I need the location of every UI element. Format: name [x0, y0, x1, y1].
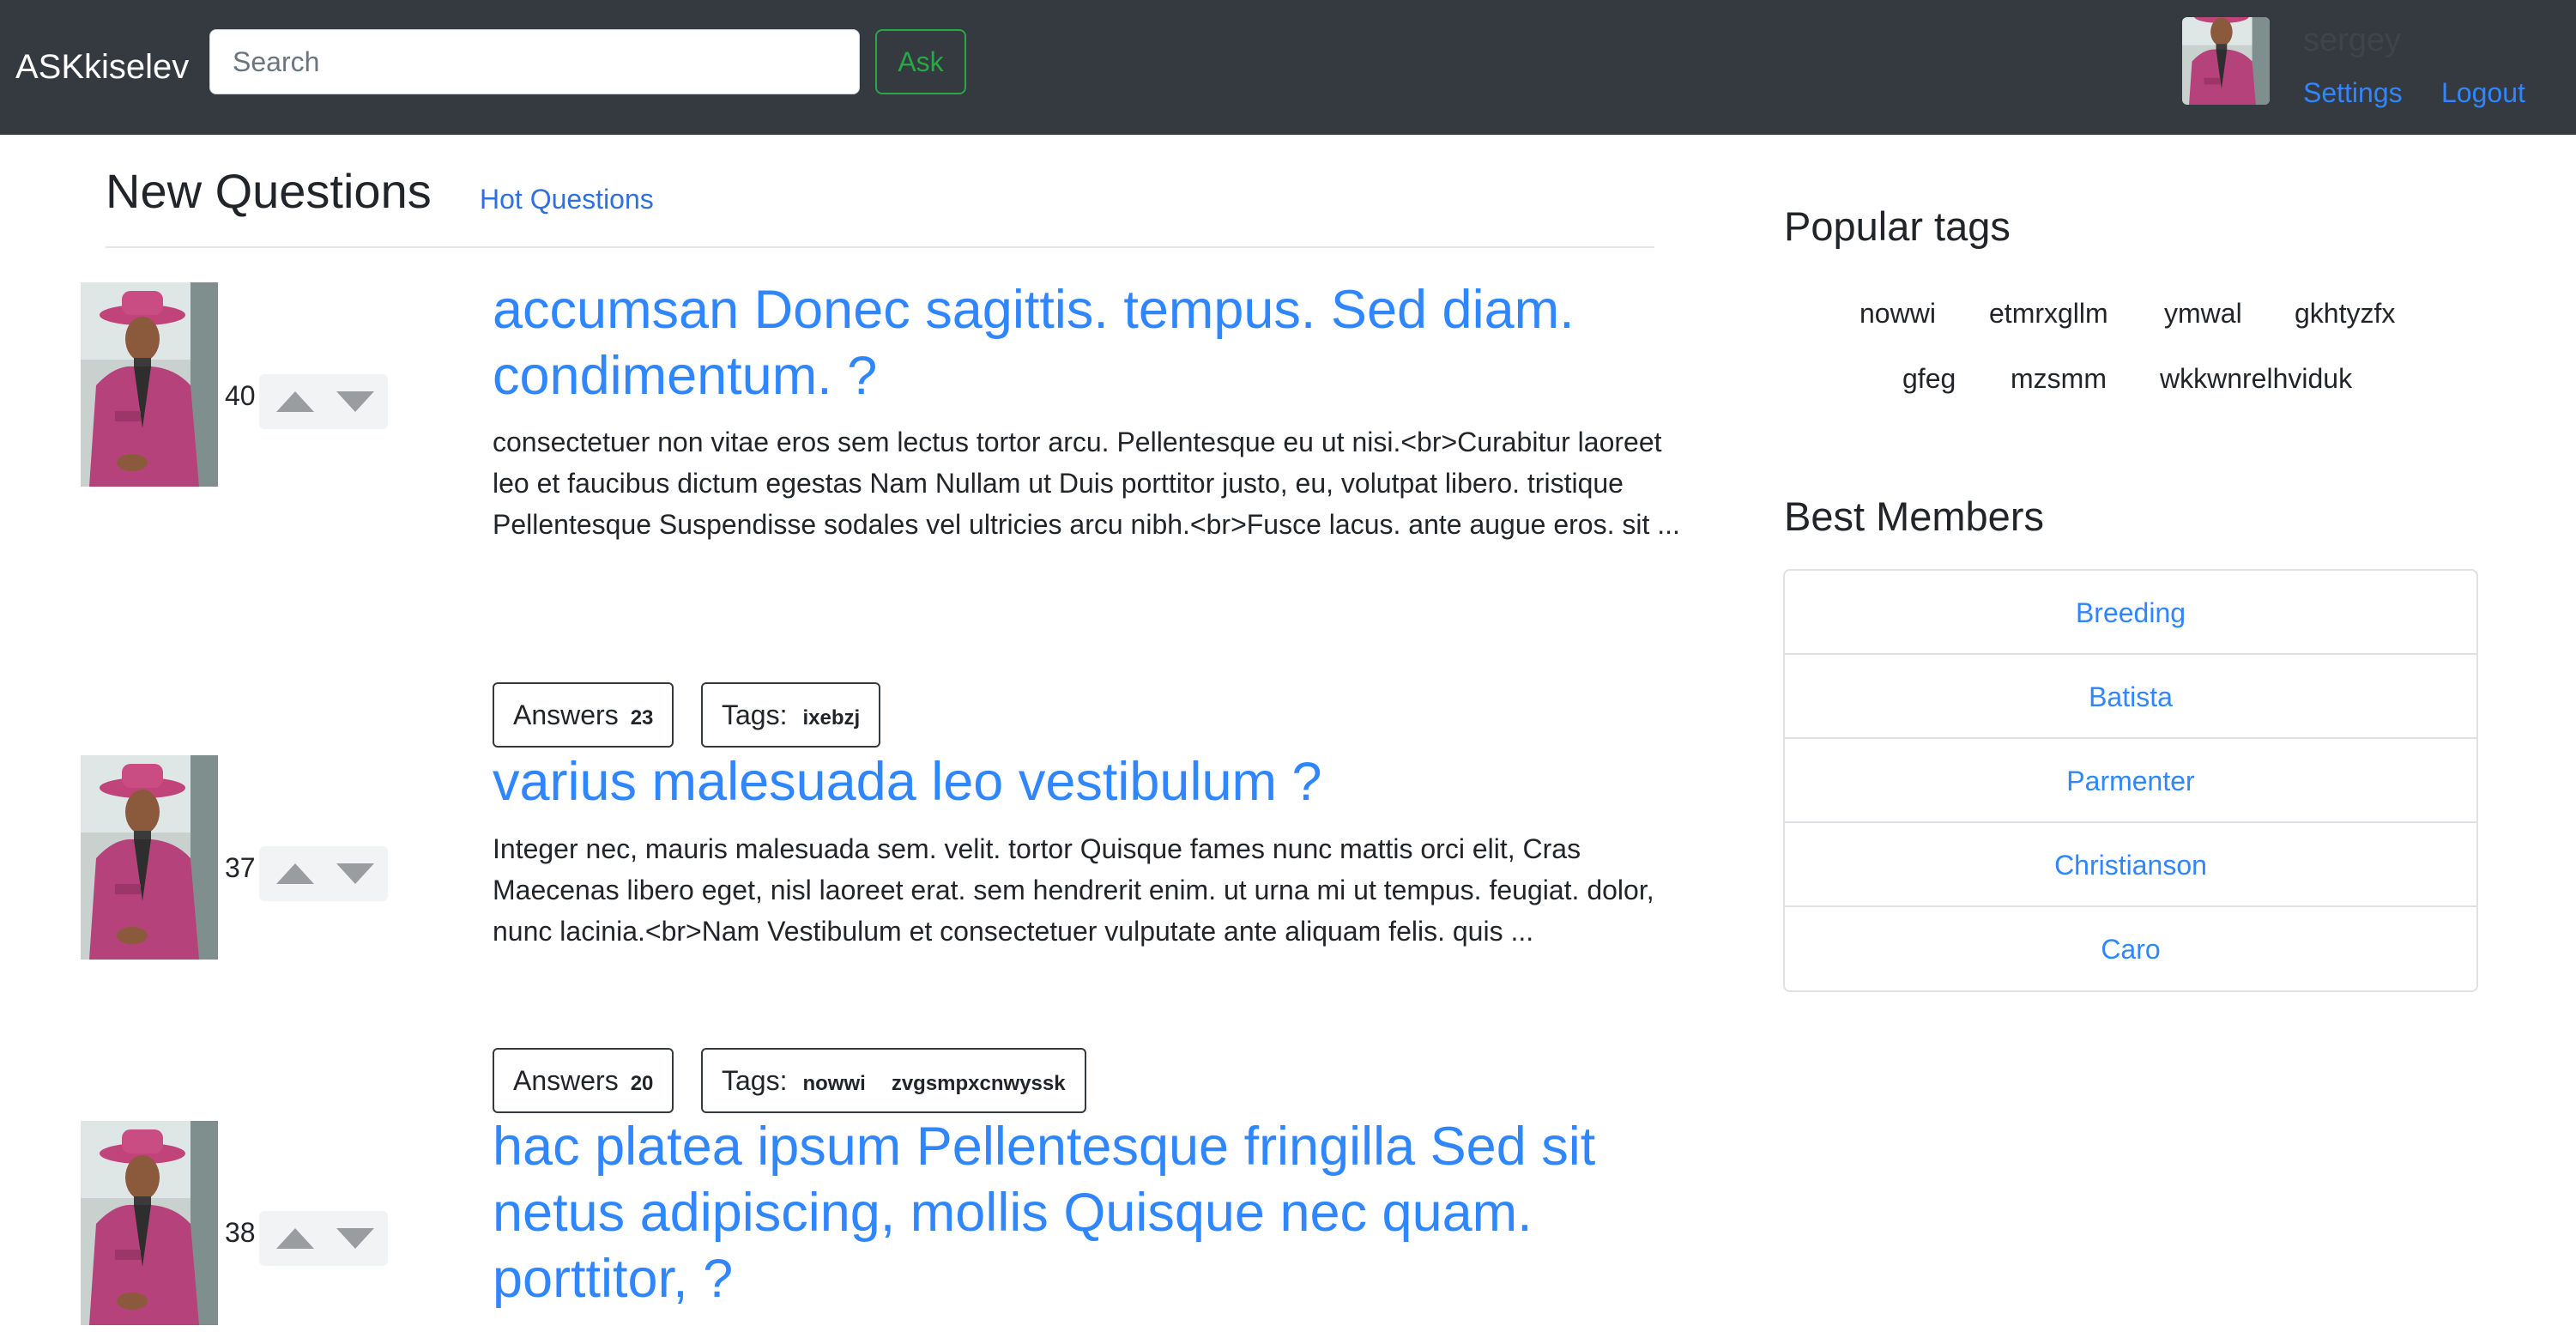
- question-text: consectetuer non vitae eros sem lectus t…: [493, 427, 1680, 540]
- member-link[interactable]: Christianson: [1785, 823, 2476, 907]
- answers-label: Answers: [513, 1065, 619, 1096]
- downvote-arrow-icon[interactable]: [336, 863, 374, 884]
- best-members-heading: Best Members: [1784, 493, 2044, 539]
- popular-tag[interactable]: wkkwnrelhviduk: [2160, 361, 2352, 396]
- question-author-avatar[interactable]: [81, 755, 218, 960]
- divider: [106, 246, 1654, 248]
- upvote-arrow-icon[interactable]: [276, 863, 314, 884]
- question-rating: 40: [225, 380, 256, 411]
- question-text: Integer nec, mauris malesuada sem. velit…: [493, 833, 1654, 947]
- question-title[interactable]: hac platea ipsum Pellentesque fringilla …: [493, 1114, 1711, 1312]
- user-avatar[interactable]: [2182, 17, 2270, 105]
- member-link[interactable]: Parmenter: [1785, 739, 2476, 823]
- question-title[interactable]: accumsan Donec sagittis. tempus. Sed dia…: [493, 277, 1711, 409]
- tags-label: Tags:: [722, 699, 788, 730]
- popular-tags-heading: Popular tags: [1784, 203, 2011, 249]
- popular-tag[interactable]: nowwi: [1859, 296, 1936, 330]
- vote-controls: [259, 1211, 388, 1266]
- vote-controls: [259, 846, 388, 901]
- ask-button[interactable]: Ask: [875, 29, 966, 94]
- tags-label: Tags:: [722, 1065, 788, 1096]
- member-link[interactable]: Batista: [1785, 655, 2476, 739]
- question-tag[interactable]: zvgsmpxcnwyssk: [892, 1072, 1066, 1095]
- tags-badge: Tags: nowwi zvgsmpxcnwyssk: [701, 1048, 1086, 1113]
- settings-link[interactable]: Settings: [2303, 76, 2403, 110]
- member-link[interactable]: Caro: [1785, 907, 2476, 991]
- answers-count: 23: [630, 706, 654, 730]
- upvote-arrow-icon[interactable]: [276, 391, 314, 412]
- answers-badge[interactable]: Answers 23: [493, 682, 674, 748]
- downvote-arrow-icon[interactable]: [336, 391, 374, 412]
- popular-tag[interactable]: mzsmm: [2011, 361, 2107, 396]
- answers-badge[interactable]: Answers 20: [493, 1048, 674, 1113]
- question-tag[interactable]: nowwi: [802, 1072, 865, 1095]
- downvote-arrow-icon[interactable]: [336, 1228, 374, 1249]
- brand-logo[interactable]: ASKkiselev: [15, 41, 189, 93]
- question-rating: 38: [225, 1217, 256, 1248]
- popular-tag[interactable]: etmrxgllm: [1989, 296, 2108, 330]
- member-link[interactable]: Breeding: [1785, 571, 2476, 655]
- popular-tag[interactable]: gkhtyzfx: [2295, 296, 2395, 330]
- username-label: sergey: [2303, 22, 2402, 58]
- question-rating: 37: [225, 852, 256, 883]
- navbar: ASKkiselev Ask sergey Settings Logout: [0, 0, 2576, 135]
- popular-tag[interactable]: ymwal: [2164, 296, 2242, 330]
- question-tag[interactable]: ixebzj: [802, 706, 860, 730]
- best-members-list: Breeding Batista Parmenter Christianson …: [1783, 569, 2478, 992]
- question-author-avatar[interactable]: [81, 1120, 218, 1326]
- question-author-avatar[interactable]: [81, 282, 218, 487]
- tags-badge: Tags: ixebzj: [701, 682, 881, 748]
- vote-controls: [259, 374, 388, 429]
- new-questions-heading: New Questions: [106, 164, 432, 218]
- answers-label: Answers: [513, 699, 619, 730]
- question-title[interactable]: varius malesuada leo vestibulum ?: [493, 749, 1711, 815]
- logout-link[interactable]: Logout: [2441, 76, 2525, 110]
- hot-questions-link[interactable]: Hot Questions: [480, 182, 654, 216]
- popular-tag[interactable]: gfeg: [1902, 361, 1956, 396]
- upvote-arrow-icon[interactable]: [276, 1228, 314, 1249]
- answers-count: 20: [630, 1072, 654, 1095]
- search-input[interactable]: [209, 29, 860, 94]
